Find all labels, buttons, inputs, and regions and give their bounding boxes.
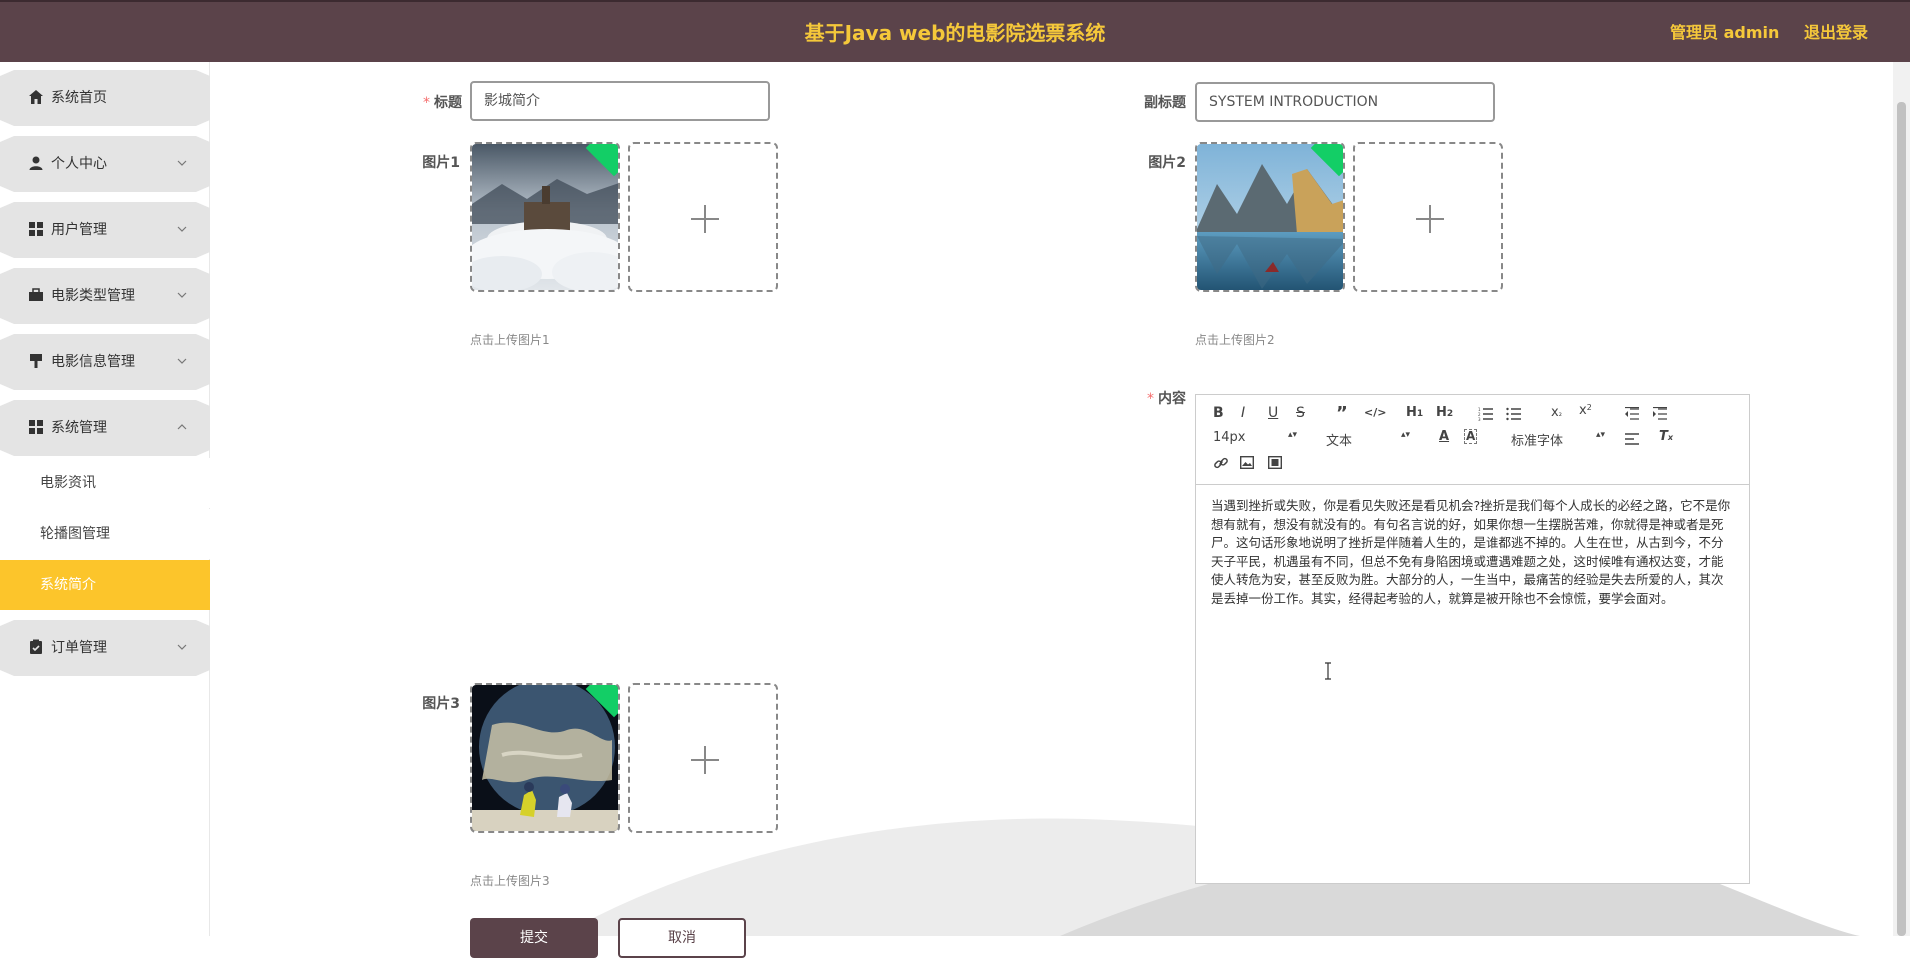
- plus-icon: [1416, 205, 1444, 233]
- subscript-button[interactable]: x₂: [1551, 405, 1562, 420]
- plus-icon: [691, 205, 719, 233]
- picture3-label: 图片3: [422, 696, 460, 712]
- picture1-thumbnail[interactable]: [470, 142, 620, 292]
- picture2-thumbnail[interactable]: [1195, 142, 1345, 292]
- picture3-thumbnail[interactable]: [470, 683, 620, 833]
- content-label: * 内容: [1147, 391, 1186, 407]
- picture1-upload-button[interactable]: [628, 142, 778, 292]
- bullet-list-icon[interactable]: [1506, 407, 1522, 421]
- sidebar-item-label: 个人中心: [51, 156, 107, 172]
- header2-button[interactable]: H2: [1436, 405, 1453, 420]
- picture2-upload-button[interactable]: [1353, 142, 1503, 292]
- mountain-lake-image: [1197, 144, 1343, 290]
- sidebar-item-label: 电影信息管理: [51, 354, 135, 370]
- rich-text-editor[interactable]: B I U S ” </> H1 H2 123 x₂ x2 14px ▴▾ 文本 ▴…: [1195, 394, 1750, 884]
- font-size-select[interactable]: 14px ▴▾: [1213, 430, 1298, 445]
- submit-button[interactable]: 提交: [470, 918, 598, 958]
- grid-icon: [29, 222, 43, 236]
- picture1-label: 图片1: [422, 155, 460, 171]
- sidebar-item-system[interactable]: 系统管理: [0, 400, 210, 456]
- sidebar-subitem-carousel[interactable]: 轮播图管理: [0, 509, 210, 559]
- outdent-icon[interactable]: [1624, 407, 1640, 421]
- clear-format-button[interactable]: Tx: [1659, 429, 1673, 444]
- indent-icon[interactable]: [1652, 407, 1668, 421]
- page-scrollbar[interactable]: [1893, 62, 1910, 936]
- sidebar-item-profile[interactable]: 个人中心: [0, 136, 210, 192]
- sidebar-item-label: 订单管理: [51, 640, 107, 656]
- header1-button[interactable]: H1: [1406, 405, 1423, 420]
- code-block-button[interactable]: </>: [1364, 406, 1386, 419]
- briefcase-icon: [29, 288, 43, 301]
- svg-text:3: 3: [1478, 417, 1481, 421]
- scrollbar-thumb[interactable]: [1897, 102, 1906, 936]
- sidebar-item-movie-types[interactable]: 电影类型管理: [0, 268, 210, 324]
- sidebar-item-movie-info[interactable]: 电影信息管理: [0, 334, 210, 390]
- user-icon: [29, 156, 43, 170]
- chevron-down-icon: [177, 292, 187, 298]
- brush-icon: [30, 354, 42, 368]
- text-color-button[interactable]: A: [1439, 429, 1449, 444]
- sidebar-item-label: 系统管理: [51, 420, 107, 436]
- editor-toolbar: B I U S ” </> H1 H2 123 x₂ x2 14px ▴▾ 文本 ▴…: [1196, 395, 1749, 485]
- text-cursor-icon: [1325, 662, 1331, 680]
- ordered-list-icon[interactable]: 123: [1478, 407, 1494, 421]
- picture1-hint: 点击上传图片1: [470, 333, 550, 347]
- header-select[interactable]: 文本 ▴▾: [1326, 430, 1411, 449]
- chevron-down-icon: [177, 358, 187, 364]
- home-icon: [29, 90, 43, 104]
- subtitle-label: 副标题: [1144, 95, 1186, 111]
- picture3-hint: 点击上传图片3: [470, 874, 550, 888]
- plus-icon: [691, 746, 719, 774]
- chevron-down-icon: [177, 160, 187, 166]
- link-icon[interactable]: [1213, 455, 1229, 471]
- align-icon[interactable]: [1624, 432, 1640, 446]
- clipboard-icon: [30, 639, 42, 654]
- chevron-down-icon: [177, 644, 187, 650]
- italic-button[interactable]: I: [1241, 405, 1245, 421]
- chevron-down-icon: [177, 226, 187, 232]
- picture2-label: 图片2: [1148, 155, 1186, 171]
- sidebar-item-label: 用户管理: [51, 222, 107, 238]
- cancel-button[interactable]: 取消: [618, 918, 746, 958]
- sidebar: 系统首页 个人中心 用户管理 电影类型管理 电影信息管理 系统管理 电影资讯 轮…: [0, 62, 210, 936]
- title-label: * 标题: [423, 95, 462, 111]
- earth-figures-image: [472, 685, 618, 831]
- logout-link[interactable]: 退出登录: [1804, 2, 1868, 64]
- sidebar-subitem-movie-news[interactable]: 电影资讯: [0, 458, 210, 508]
- sidebar-item-orders[interactable]: 订单管理: [0, 620, 210, 676]
- bold-button[interactable]: B: [1213, 405, 1224, 421]
- image-icon[interactable]: [1240, 456, 1254, 469]
- video-icon[interactable]: [1268, 456, 1282, 469]
- sidebar-item-home[interactable]: 系统首页: [0, 70, 210, 126]
- sidebar-subitem-system-intro[interactable]: 系统简介: [0, 560, 210, 610]
- subtitle-input[interactable]: SYSTEM INTRODUCTION: [1195, 82, 1495, 122]
- admin-user-label[interactable]: 管理员 admin: [1670, 2, 1779, 64]
- editor-content[interactable]: 当遇到挫折或失败，你是看见失败还是看见机会?挫折是我们每个人成长的必经之路，它不…: [1211, 497, 1733, 608]
- background-color-button[interactable]: A: [1464, 429, 1478, 444]
- blockquote-button[interactable]: ”: [1336, 403, 1348, 424]
- sidebar-item-label: 电影类型管理: [51, 288, 135, 304]
- title-input[interactable]: 影城简介: [470, 81, 770, 121]
- picture3-upload-button[interactable]: [628, 683, 778, 833]
- sidebar-item-label: 系统首页: [51, 90, 107, 106]
- grid-icon: [29, 420, 43, 434]
- castle-in-clouds-image: [472, 144, 618, 290]
- sidebar-item-users[interactable]: 用户管理: [0, 202, 210, 258]
- chevron-up-icon: [177, 424, 187, 430]
- font-family-select[interactable]: 标准字体 ▴▾: [1511, 430, 1606, 449]
- strike-button[interactable]: S: [1296, 405, 1305, 421]
- underline-button[interactable]: U: [1268, 405, 1278, 421]
- picture2-hint: 点击上传图片2: [1195, 333, 1275, 347]
- superscript-button[interactable]: x2: [1579, 403, 1592, 418]
- app-title: 基于Java web的电影院选票系统: [804, 21, 1106, 45]
- top-header: 基于Java web的电影院选票系统 管理员 admin 退出登录: [0, 0, 1910, 62]
